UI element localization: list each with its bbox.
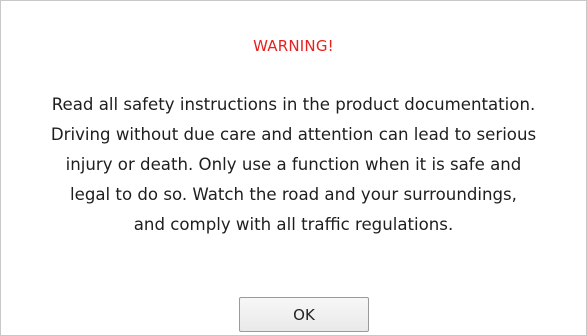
message-line: legal to do so. Watch the road and your … <box>70 185 517 204</box>
warning-dialog: WARNING! Read all safety instructions in… <box>0 0 587 336</box>
message-line: injury or death. Only use a function whe… <box>65 155 522 174</box>
message-line: Driving without due care and attention c… <box>50 125 537 144</box>
ok-button[interactable]: OK <box>239 297 369 332</box>
message-line: and comply with all traffic regulations. <box>133 215 454 234</box>
message-line: Read all safety instructions in the prod… <box>51 95 536 114</box>
dialog-title: WARNING! <box>253 37 334 55</box>
warning-message: Read all safety instructions in the prod… <box>31 90 556 240</box>
